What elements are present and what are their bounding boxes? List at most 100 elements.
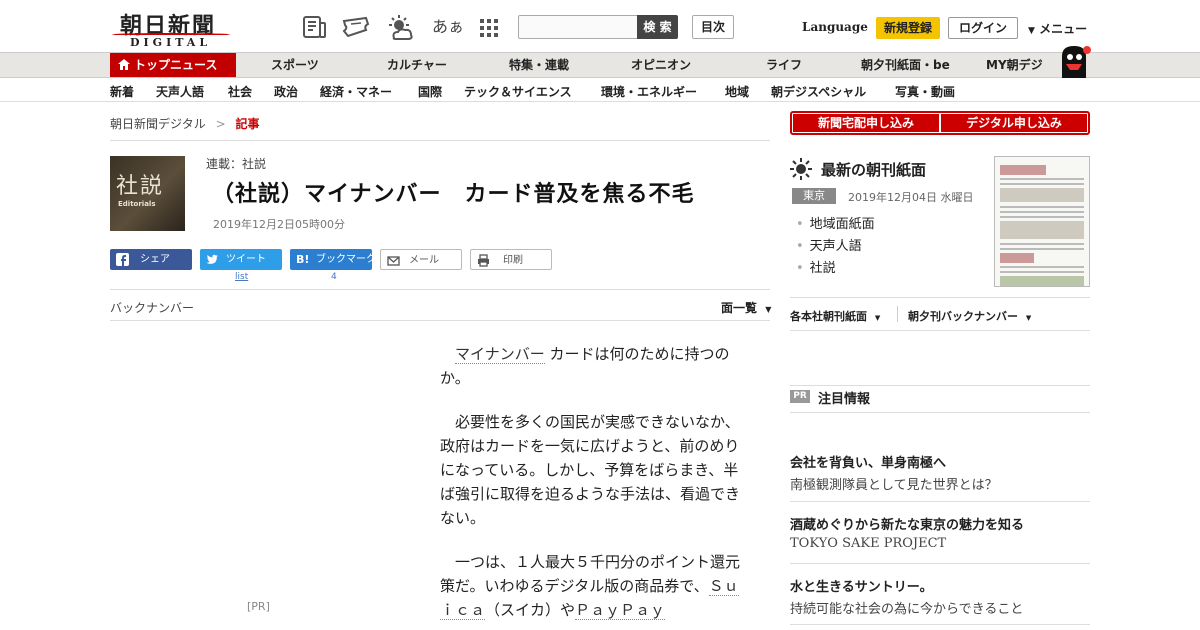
twitter-icon <box>206 253 219 266</box>
pr-item-title[interactable]: 会社を背負い、単身南極へ <box>790 452 946 471</box>
branch-papers-dropdown[interactable]: 各本社朝刊紙面 ▼ <box>790 308 880 324</box>
paragraph: マイナンバー カードは何のために持つのか。 <box>440 342 750 390</box>
menu-button[interactable]: ▼ メニュー <box>1028 20 1087 37</box>
subnav-politics[interactable]: 政治 <box>274 83 298 100</box>
latest-paper-heading[interactable]: 最新の朝刊紙面 <box>821 159 926 180</box>
paper-link-label: 地域面紙面 <box>809 217 875 232</box>
subnav-tenseijingo[interactable]: 天声人語 <box>156 83 204 100</box>
search-button[interactable]: 検 索 <box>637 15 678 39</box>
hatena-bookmark-button[interactable]: B! ブックマーク <box>290 249 376 270</box>
dropdown-label: 各本社朝刊紙面 <box>790 310 867 323</box>
breadcrumb-separator: > <box>215 117 226 131</box>
subscription-bar: 新聞宅配申し込み デジタル申し込み <box>790 111 1090 135</box>
mascot-icon[interactable] <box>1056 44 1092 78</box>
login-button[interactable]: ログイン <box>948 17 1018 39</box>
breadcrumb-home[interactable]: 朝日新聞デジタル <box>110 117 206 131</box>
series-label[interactable]: 連載：社説 <box>206 155 266 172</box>
subnav-region[interactable]: 地域 <box>725 83 749 100</box>
paragraph-text: 必要性を多くの国民が実感できないなか、政府はカードを一気に広げようと、前のめりに… <box>440 413 741 527</box>
nav-my-asadigi[interactable]: MY朝デジ <box>986 53 1043 77</box>
nav-features[interactable]: 特集・連載 <box>509 53 569 77</box>
subnav-special[interactable]: 朝デジスペシャル <box>771 83 866 100</box>
apps-grid-icon[interactable] <box>479 14 505 40</box>
subnav-latest[interactable]: 新着 <box>110 83 134 100</box>
nav-paper[interactable]: 朝夕刊紙面・be <box>861 53 950 77</box>
twitter-count-link[interactable]: list <box>235 272 248 282</box>
divider <box>897 306 898 322</box>
paper-link-editorial[interactable]: • 社説 <box>796 257 836 276</box>
subnav-society[interactable]: 社会 <box>228 83 252 100</box>
page-list-dropdown[interactable]: 面一覧 ▼ <box>721 299 771 316</box>
language-link[interactable]: Language <box>802 20 868 34</box>
hatena-bookmark-icon: B! <box>296 253 310 266</box>
print-label: 印刷 <box>503 255 523 266</box>
apply-digital-button[interactable]: デジタル申し込み <box>941 114 1087 132</box>
subnav-economy[interactable]: 経済・マネー <box>320 83 392 100</box>
mynumber-link[interactable]: マイナンバー <box>455 345 545 364</box>
site-logo[interactable]: 朝日新聞 DIGITAL <box>112 8 232 49</box>
facebook-share-label: シェア <box>140 254 170 265</box>
paper-link-tenseijingo[interactable]: • 天声人語 <box>796 235 862 254</box>
divider <box>110 320 770 321</box>
pr-item-title[interactable]: 酒蔵めぐりから新たな東京の魅力を知る <box>790 514 1024 533</box>
nav-sports[interactable]: スポーツ <box>271 53 319 77</box>
hatena-count[interactable]: 4 <box>331 272 337 282</box>
facebook-icon <box>116 253 129 266</box>
mail-share-label: メール <box>409 255 439 266</box>
nav-culture[interactable]: カルチャー <box>387 53 447 77</box>
font-size-icon[interactable]: あぁ <box>432 14 464 40</box>
thumbnail-en: Editorials <box>118 200 156 208</box>
logo-text-en: DIGITAL <box>130 36 212 49</box>
bullet: • <box>796 261 804 276</box>
paragraph: 必要性を多くの国民が実感できないなか、政府はカードを一気に広げようと、前のめりに… <box>440 410 750 530</box>
register-button[interactable]: 新規登録 <box>876 17 940 39</box>
divider <box>790 297 1090 298</box>
home-icon <box>118 54 130 79</box>
thumbnail-kanji: 社説 <box>116 174 165 199</box>
nav-top-news-label: トップニュース <box>134 58 218 72</box>
newspaper-front-page-thumbnail[interactable] <box>994 156 1090 287</box>
nav-life[interactable]: ライフ <box>766 53 802 77</box>
region-badge: 東京 <box>792 188 836 204</box>
menu-label: メニュー <box>1039 22 1088 36</box>
subnav-photo-video[interactable]: 写真・動画 <box>895 83 955 100</box>
paragraph-text: 一つは、１人最大５千円分のポイント還元策だ。いわゆるデジタル版の商品券で、 <box>440 553 741 595</box>
subnav-international[interactable]: 国際 <box>418 83 442 100</box>
pr-item-subtitle[interactable]: 南極観測隊員として見た世界とは？ <box>790 474 998 493</box>
facebook-share-button[interactable]: シェア <box>110 249 192 270</box>
twitter-share-button[interactable]: ツイート <box>200 249 282 270</box>
sun-icon <box>790 158 812 180</box>
print-button[interactable]: 印刷 <box>470 249 552 270</box>
nav-opinion[interactable]: オピニオン <box>631 53 691 77</box>
divider <box>790 501 1090 502</box>
hatena-bookmark-label: ブックマーク <box>316 254 376 265</box>
subnav-environment[interactable]: 環境・エネルギー <box>601 83 697 100</box>
paper-link-regional[interactable]: • 地域面紙面 <box>796 213 875 232</box>
newspaper-icon[interactable] <box>302 14 328 40</box>
paper-date: 2019年12月04日 水曜日 <box>848 191 974 204</box>
pr-item-subtitle[interactable]: TOKYO SAKE PROJECT <box>790 536 946 551</box>
pr-item-subtitle[interactable]: 持続可能な社会の為に今からできること <box>790 598 1023 617</box>
paper-link-label: 天声人語 <box>809 239 862 254</box>
editorial-thumbnail[interactable]: 社説 Editorials <box>110 156 185 231</box>
toc-button[interactable]: 目次 <box>692 15 734 39</box>
twitter-share-label: ツイート <box>226 254 266 265</box>
weather-icon[interactable] <box>386 14 416 40</box>
ticket-icon[interactable] <box>342 14 370 40</box>
paypay-link[interactable]: ＰａｙＰａｙ <box>575 601 666 620</box>
search-input[interactable] <box>518 15 638 39</box>
apply-paper-button[interactable]: 新聞宅配申し込み <box>793 114 939 132</box>
site-header: 朝日新聞 DIGITAL あぁ 検 索 目次 Language 新規登録 ログイ… <box>0 0 1200 52</box>
sub-nav: 新着 天声人語 社会 政治 経済・マネー 国際 テック＆サイエンス 環境・エネル… <box>0 78 1200 102</box>
pr-heading: 注目情報 <box>818 392 871 407</box>
article-date: 2019年12月2日05時00分 <box>213 218 345 231</box>
paper-backnumber-dropdown[interactable]: 朝夕刊バックナンバー ▼ <box>908 308 1031 324</box>
subnav-tech-science[interactable]: テック＆サイエンス <box>464 83 572 100</box>
backnumber-label[interactable]: バックナンバー <box>110 299 194 316</box>
page-list-label: 面一覧 <box>721 301 758 315</box>
divider <box>790 412 1090 413</box>
pr-item-title[interactable]: 水と生きるサントリー。 <box>790 576 933 595</box>
breadcrumb: 朝日新聞デジタル > 記事 <box>110 115 260 132</box>
mail-share-button[interactable]: メール <box>380 249 462 270</box>
nav-top-news[interactable]: トップニュース <box>110 53 236 77</box>
